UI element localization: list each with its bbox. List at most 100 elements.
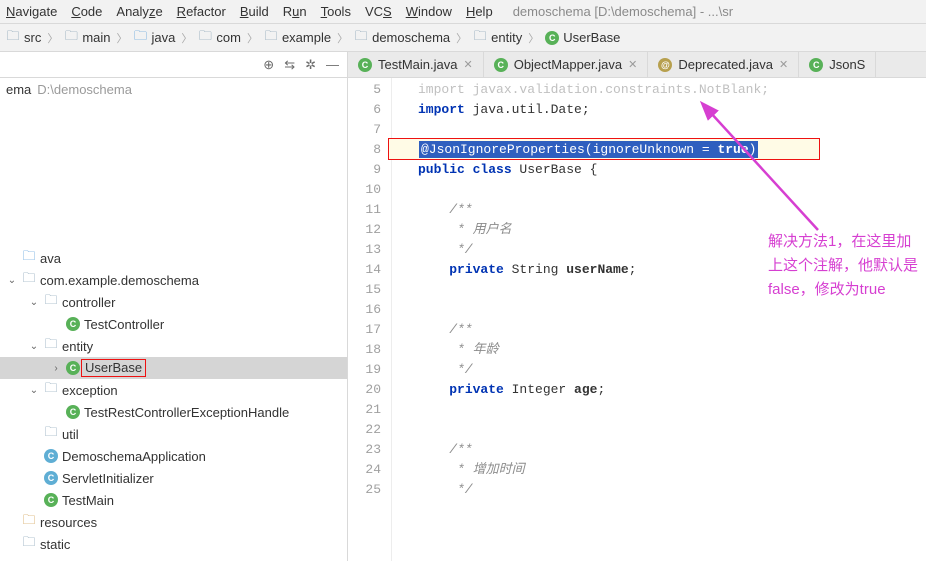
folder-icon: 🗀 [22, 537, 36, 551]
breadcrumb-label: main [82, 30, 110, 45]
code-line-19[interactable]: */ [418, 360, 926, 380]
chevron-down-icon[interactable]: ⌄ [28, 297, 40, 308]
code-line-9[interactable]: public class UserBase { [418, 160, 926, 180]
tree-label: resources [40, 515, 97, 530]
menu-help[interactable]: Help [466, 4, 493, 19]
editor-body[interactable]: 5678910111213141516171819202122232425 im… [348, 78, 926, 561]
breadcrumb-demoschema[interactable]: 🗀demoschema [354, 30, 450, 45]
target-icon[interactable]: ⊕ [263, 57, 274, 73]
chevron-right-icon: 〉 [47, 30, 58, 46]
close-icon[interactable]: ✕ [779, 58, 788, 71]
menu-build[interactable]: Build [240, 4, 269, 19]
code-line-11[interactable]: /** [418, 200, 926, 220]
tree-item-testmain[interactable]: ›CTestMain [0, 489, 347, 511]
chevron-right-icon: 〉 [528, 30, 539, 46]
menu-run[interactable]: Run [283, 4, 307, 19]
breadcrumb-src[interactable]: 🗀src [6, 30, 41, 45]
chevron-down-icon[interactable]: ⌄ [28, 385, 40, 396]
code-line-17[interactable]: /** [418, 320, 926, 340]
hide-icon[interactable]: — [326, 57, 339, 72]
breadcrumb-entity[interactable]: 🗀 entity [473, 30, 522, 45]
line-gutter: 5678910111213141516171819202122232425 [348, 78, 392, 561]
breadcrumb-label: example [282, 30, 331, 45]
project-tree[interactable]: ›🗀ava⌄🗀com.example.demoschema⌄🗀controlle… [0, 243, 347, 561]
class-icon: C [66, 317, 80, 331]
breadcrumb-label: UserBase [563, 30, 620, 45]
tree-item-userbase[interactable]: ›CUserBase [0, 357, 347, 379]
class-icon: C [44, 449, 58, 463]
tree-item-demoschemaapplication[interactable]: ›CDemoschemaApplication [0, 445, 347, 467]
menu-code[interactable]: Code [71, 4, 102, 19]
collapse-icon[interactable]: ⇆ [284, 57, 295, 73]
code-area[interactable]: import javax.validation.constraints.NotB… [392, 78, 926, 561]
tree-item-testrestcontrollerexceptionhandle[interactable]: ›CTestRestControllerExceptionHandle [0, 401, 347, 423]
chevron-right-icon[interactable]: › [50, 363, 62, 374]
tree-item-com-example-demoschema[interactable]: ⌄🗀com.example.demoschema [0, 269, 347, 291]
line-number: 10 [348, 180, 381, 200]
tab-label: JsonS [829, 57, 865, 72]
menu-window[interactable]: Window [406, 4, 452, 19]
menu-navigate[interactable]: Navigate [6, 4, 57, 19]
chevron-right-icon: 〉 [456, 30, 467, 46]
tree-item-util[interactable]: ›🗀util [0, 423, 347, 445]
editor-area: CTestMain.java✕CObjectMapper.java✕@Depre… [348, 52, 926, 561]
code-line-25[interactable]: */ [418, 480, 926, 500]
breadcrumb-com[interactable]: 🗀com [198, 30, 241, 45]
tree-item-servletinitializer[interactable]: ›CServletInitializer [0, 467, 347, 489]
tree-item-exception[interactable]: ⌄🗀exception [0, 379, 347, 401]
menu-refactor[interactable]: Refactor [177, 4, 226, 19]
code-line-7[interactable] [418, 120, 926, 140]
chevron-down-icon[interactable]: ⌄ [6, 275, 18, 286]
tree-label: TestMain [62, 493, 114, 508]
breadcrumb-label: entity [491, 30, 522, 45]
line-number: 12 [348, 220, 381, 240]
code-line-22[interactable] [418, 420, 926, 440]
folder-icon: 🗀 [44, 427, 58, 441]
tab-testmain-java[interactable]: CTestMain.java✕ [348, 52, 484, 77]
close-icon[interactable]: ✕ [628, 58, 637, 71]
tab-label: ObjectMapper.java [514, 57, 622, 72]
settings-icon[interactable]: ✲ [305, 57, 316, 73]
menu-vcs[interactable]: VCS [365, 4, 392, 19]
project-toolbar: ⊕ ⇆ ✲ — [0, 52, 347, 78]
breadcrumb-userbase[interactable]: CUserBase [545, 30, 620, 45]
line-number: 24 [348, 460, 381, 480]
tab-objectmapper-java[interactable]: CObjectMapper.java✕ [484, 52, 649, 77]
folder-icon: 🗀 [6, 31, 20, 45]
line-number: 19 [348, 360, 381, 380]
code-line-5[interactable]: import javax.validation.constraints.NotB… [418, 80, 926, 100]
code-line-21[interactable] [418, 400, 926, 420]
line-number: 11 [348, 200, 381, 220]
tree-item-testcontroller[interactable]: ›CTestController [0, 313, 347, 335]
folder-icon: 🗀 [473, 31, 487, 45]
breadcrumb-java[interactable]: 🗀java [134, 30, 176, 45]
highlighted-annotation-line[interactable]: @JsonIgnoreProperties(ignoreUnknown = tr… [388, 138, 820, 160]
tab-deprecated-java[interactable]: @Deprecated.java✕ [648, 52, 799, 77]
tree-item-resources[interactable]: ›🗀resources [0, 511, 347, 533]
close-icon[interactable]: ✕ [463, 58, 472, 71]
chevron-right-icon: 〉 [247, 30, 258, 46]
chevron-down-icon[interactable]: ⌄ [28, 341, 40, 352]
breadcrumb-main[interactable]: 🗀main [64, 30, 110, 45]
code-line-16[interactable] [418, 300, 926, 320]
line-number: 13 [348, 240, 381, 260]
code-line-24[interactable]: * 增加时间 [418, 460, 926, 480]
code-line-10[interactable] [418, 180, 926, 200]
tab-jsons[interactable]: CJsonS [799, 52, 876, 77]
chevron-right-icon: 〉 [337, 30, 348, 46]
tree-item-controller[interactable]: ⌄🗀controller [0, 291, 347, 313]
code-line-18[interactable]: * 年龄 [418, 340, 926, 360]
menu-tools[interactable]: Tools [321, 4, 351, 19]
code-line-6[interactable]: import java.util.Date; [418, 100, 926, 120]
line-number: 15 [348, 280, 381, 300]
tree-item-static[interactable]: ›🗀static [0, 533, 347, 555]
tree-item-ava[interactable]: ›🗀ava [0, 247, 347, 269]
menu-analyze[interactable]: Analyze [116, 4, 162, 19]
code-line-23[interactable]: /** [418, 440, 926, 460]
tree-label: util [62, 427, 79, 442]
tree-label: TestRestControllerExceptionHandle [84, 405, 289, 420]
project-path: D:\demoschema [37, 82, 132, 97]
breadcrumb-example[interactable]: 🗀example [264, 30, 331, 45]
tree-item-entity[interactable]: ⌄🗀entity [0, 335, 347, 357]
code-line-20[interactable]: private Integer age; [418, 380, 926, 400]
